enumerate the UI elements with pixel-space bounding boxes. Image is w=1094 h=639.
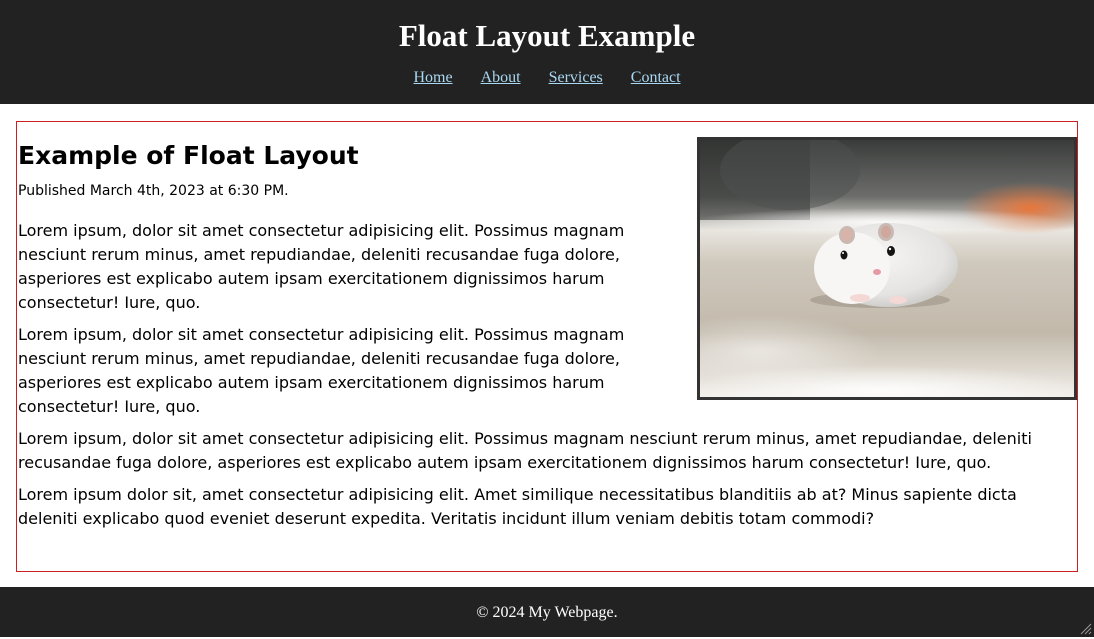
hamster-photo-graphic xyxy=(700,140,1074,397)
article: Example of Float Layout Published March … xyxy=(16,121,1078,572)
published-date: Published March 4th, 2023 at 6:30 PM. xyxy=(18,183,289,199)
main-nav: Home About Services Contact xyxy=(0,68,1094,88)
hamster-photo xyxy=(697,137,1077,400)
nav-link-home[interactable]: Home xyxy=(413,69,452,86)
paragraph-1: Lorem ipsum, dolor sit amet consectetur … xyxy=(18,221,625,312)
site-header: Float Layout Example Home About Services… xyxy=(0,0,1094,104)
site-footer: © 2024 My Webpage. xyxy=(0,587,1094,637)
paragraph-2: Lorem ipsum, dolor sit amet consectetur … xyxy=(18,325,625,416)
site-title: Float Layout Example xyxy=(398,18,696,53)
paragraph-3: Lorem ipsum, dolor sit amet consectetur … xyxy=(18,429,1032,472)
nav-link-contact[interactable]: Contact xyxy=(631,69,681,86)
footer-copyright: © 2024 My Webpage. xyxy=(476,604,618,621)
article-title: Example of Float Layout xyxy=(18,141,359,170)
paragraph-4: Lorem ipsum dolor sit, amet consectetur … xyxy=(18,485,1017,528)
nav-link-about[interactable]: About xyxy=(481,69,521,86)
nav-link-services[interactable]: Services xyxy=(549,69,603,86)
resize-grip-icon[interactable] xyxy=(1080,623,1092,635)
